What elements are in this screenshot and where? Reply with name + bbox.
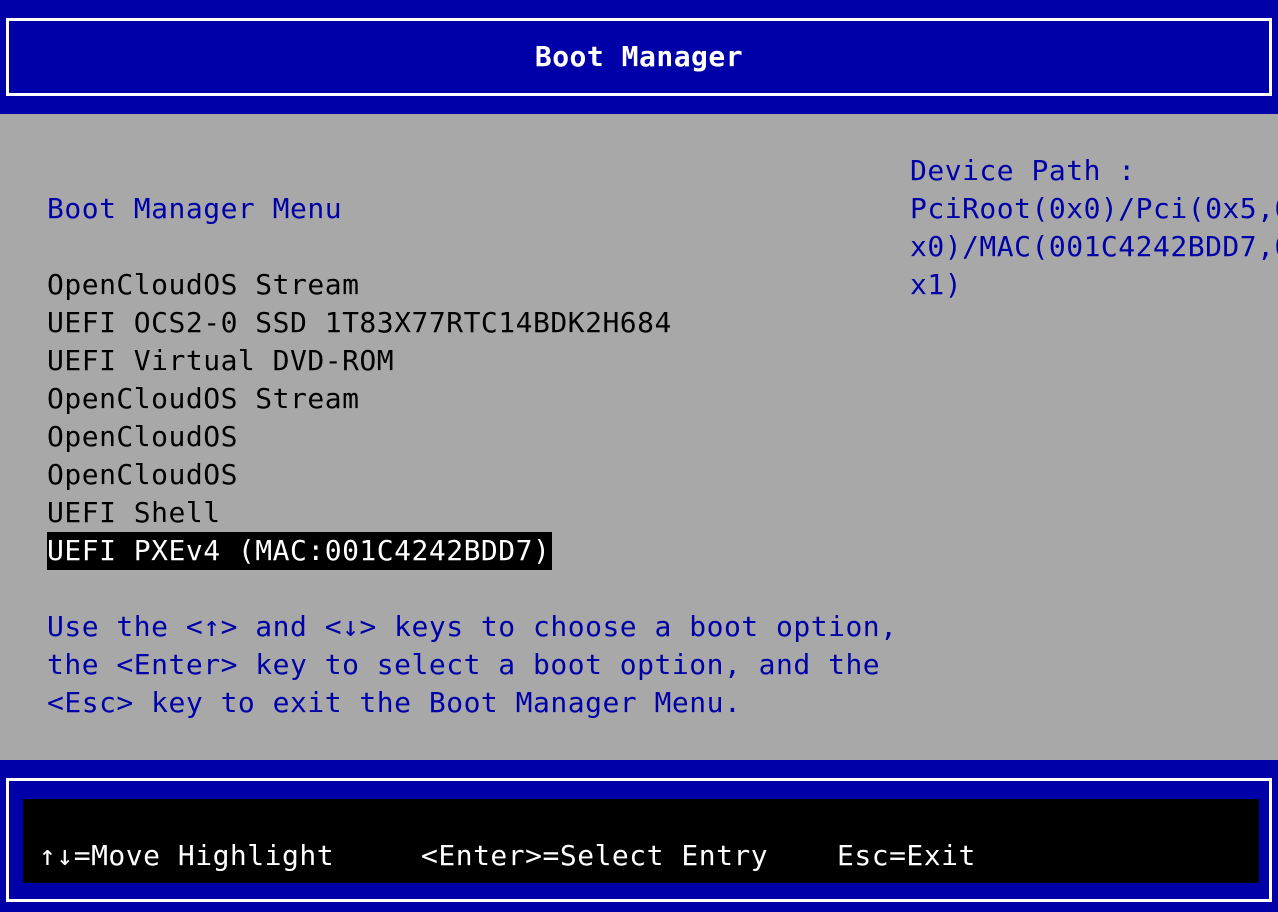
boot-option-label: UEFI PXEv4 (MAC:001C4242BDD7) <box>47 532 553 570</box>
boot-option-list: OpenCloudOS Stream UEFI OCS2-0 SSD 1T83X… <box>47 266 674 570</box>
key-hint-enter: <Enter>=Select Entry <box>421 839 769 872</box>
device-path-value: PciRoot(0x0)/Pci(0x5,0 <box>910 192 1278 225</box>
header-frame: Boot Manager <box>6 18 1272 96</box>
boot-option-item[interactable]: UEFI Shell <box>47 494 674 532</box>
boot-option-label: UEFI OCS2-0 SSD 1T83X77RTC14BDK2H684 <box>47 306 672 339</box>
menu-title: Boot Manager Menu <box>47 192 343 225</box>
boot-option-item[interactable]: OpenCloudOS <box>47 418 674 456</box>
device-path-panel: Device Path : PciRoot(0x0)/Pci(0x5,0 x0)… <box>910 152 1278 304</box>
boot-manager-screen: Boot Manager Boot Manager Menu OpenCloud… <box>0 0 1278 912</box>
device-path-label: Device Path : <box>910 154 1136 187</box>
boot-option-item[interactable]: UEFI Virtual DVD-ROM <box>47 342 674 380</box>
page-title: Boot Manager <box>534 40 744 73</box>
help-line: the <Enter> key to select a boot option,… <box>47 648 881 681</box>
boot-option-label: OpenCloudOS <box>47 420 238 453</box>
boot-option-item[interactable]: OpenCloudOS Stream <box>47 266 674 304</box>
boot-option-label: OpenCloudOS Stream <box>47 382 360 415</box>
boot-option-item-selected[interactable]: UEFI PXEv4 (MAC:001C4242BDD7) <box>47 532 674 570</box>
help-line: Use the <↑> and <↓> keys to choose a boo… <box>47 610 898 643</box>
footer-bar: ↑↓=Move Highlight <Enter>=Select Entry E… <box>0 760 1278 912</box>
boot-option-item[interactable]: UEFI OCS2-0 SSD 1T83X77RTC14BDK2H684 <box>47 304 674 342</box>
device-path-value: x1) <box>910 268 963 301</box>
boot-option-label: OpenCloudOS Stream <box>47 268 360 301</box>
help-line: <Esc> key to exit the Boot Manager Menu. <box>47 686 742 719</box>
key-hint-move: ↑↓=Move Highlight <box>39 839 335 872</box>
help-text: Use the <↑> and <↓> keys to choose a boo… <box>47 608 898 722</box>
key-hint-esc: Esc=Exit <box>837 839 976 872</box>
key-help-bar: ↑↓=Move Highlight <Enter>=Select Entry E… <box>23 799 1259 883</box>
footer-frame: ↑↓=Move Highlight <Enter>=Select Entry E… <box>6 778 1272 902</box>
boot-option-label: OpenCloudOS <box>47 458 238 491</box>
boot-option-item[interactable]: OpenCloudOS Stream <box>47 380 674 418</box>
boot-option-label: UEFI Virtual DVD-ROM <box>47 344 395 377</box>
boot-option-label: UEFI Shell <box>47 496 221 529</box>
header-bar: Boot Manager <box>0 0 1278 114</box>
boot-option-item[interactable]: OpenCloudOS <box>47 456 674 494</box>
device-path-value: x0)/MAC(001C4242BDD7,0 <box>910 230 1278 263</box>
